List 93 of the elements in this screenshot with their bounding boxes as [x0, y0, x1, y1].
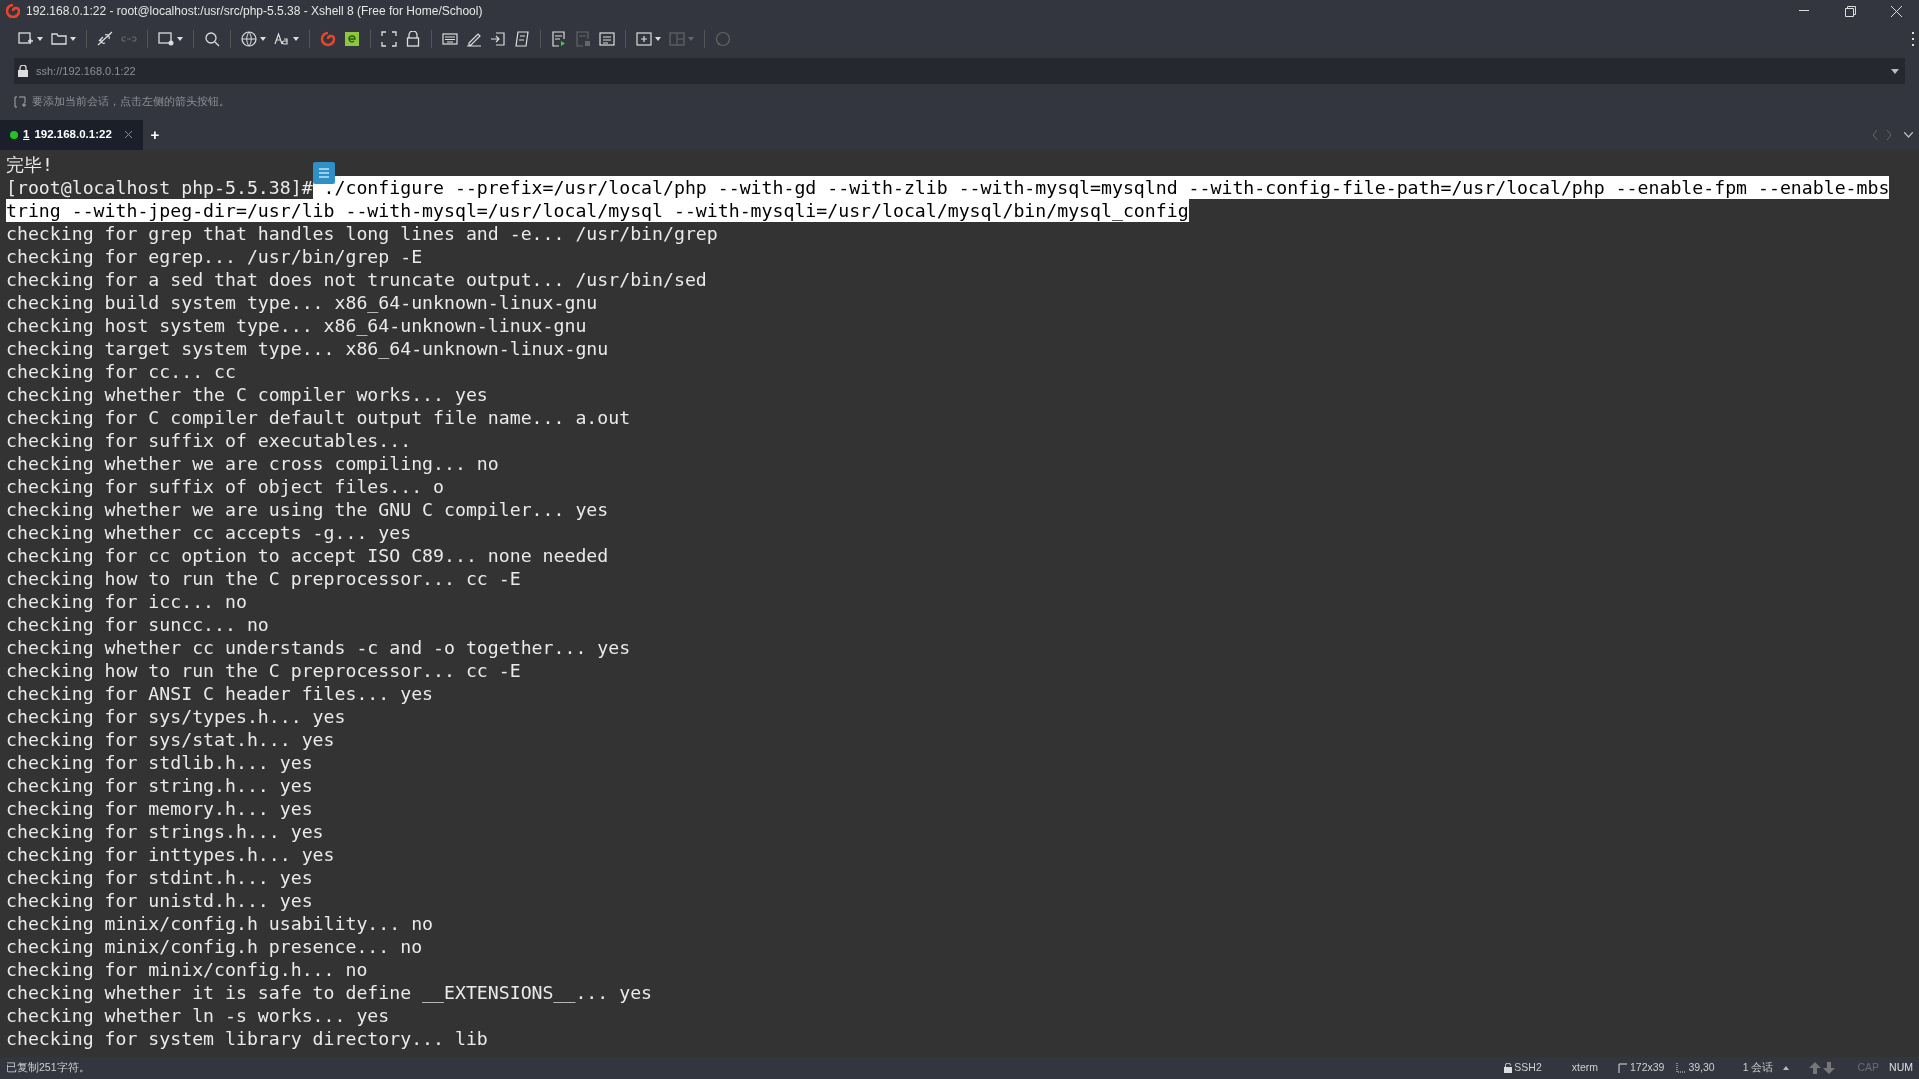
dropdown-icon[interactable]	[37, 37, 43, 41]
terminal-line: checking for string.h... yes	[6, 774, 313, 797]
folder-icon[interactable]	[51, 31, 67, 47]
keyboard-icon[interactable]	[442, 31, 458, 47]
terminal-line: checking for minix/config.h... no	[6, 958, 368, 981]
caret-up-icon[interactable]	[1783, 1066, 1790, 1070]
terminal-line: checking for stdint.h... yes	[6, 866, 313, 889]
protocol-label: SSH2	[1514, 1060, 1542, 1076]
terminal-line: [root@localhost php-5.5.38]#	[6, 176, 313, 199]
browser-icon[interactable]	[344, 31, 360, 47]
terminal-line: checking whether cc accepts -g... yes	[6, 521, 412, 544]
spiral-icon[interactable]	[320, 31, 336, 47]
terminal-line: checking for a sed that does not truncate output... /usr/bin/sed	[6, 268, 707, 291]
app-logo-icon	[6, 4, 20, 18]
disconnect-icon[interactable]	[97, 31, 113, 47]
cursor-position-icon	[1676, 1063, 1686, 1073]
up-down-arrows-icon	[1809, 1062, 1836, 1074]
terminal-line: checking for suffix of object files... o	[6, 475, 444, 498]
chevron-down-icon[interactable]	[1904, 132, 1913, 138]
terminal-line: checking for stdlib.h... yes	[6, 751, 313, 774]
dropdown-icon[interactable]	[177, 37, 183, 41]
terminal-line: checking whether it is safe to define __EXTENSIONS__... yes	[6, 981, 653, 1004]
globe-icon[interactable]	[241, 31, 257, 47]
session-tab[interactable]: 1 192.168.0.1:22	[0, 120, 143, 150]
terminal-type-label: xterm	[1571, 1060, 1598, 1076]
terminal-line: checking for grep that handles long lines and -e... /usr/bin/grep	[6, 222, 718, 245]
terminal-line: checking for ANSI C header files... yes	[6, 682, 434, 705]
terminal-line: checking for cc... cc	[6, 360, 236, 383]
terminal-line: checking for system library directory... lib	[6, 1027, 488, 1050]
terminal-line: checking for strings.h... yes	[6, 820, 324, 843]
close-icon[interactable]	[124, 131, 132, 138]
selected-terminal-text: tring --with-jpeg-dir=/usr/lib --with-mysql=/usr/local/mysql --with-mysqli=/usr/local/mysql/bin/mysql_config	[6, 199, 1189, 222]
terminal-line: checking for sys/types.h... yes	[6, 705, 346, 728]
size-label: 172x39	[1630, 1060, 1665, 1076]
hint-text: 要添加当前会话，点击左侧的箭头按钮。	[32, 94, 230, 110]
window-title: 192.168.0.1:22 - root@localhost:/usr/src/php-5.5.38 - Xshell 8 (Free for Home/School)	[26, 3, 483, 20]
fullscreen-icon[interactable]	[381, 31, 397, 47]
terminal-line: checking for C compiler default output file name... a.out	[6, 406, 631, 429]
terminal-line: checking target system type... x86_64-unknown-linux-gnu	[6, 337, 609, 360]
dropdown-icon[interactable]	[293, 37, 299, 41]
script-icon[interactable]	[514, 31, 530, 47]
terminal-line: checking for suffix of executables...	[6, 429, 412, 452]
dropdown-icon[interactable]	[260, 37, 266, 41]
terminal-line: checking whether we are cross compiling... no	[6, 452, 499, 475]
terminal-line: checking whether ln -s works... yes	[6, 1004, 390, 1027]
terminal-line: checking for inttypes.h... yes	[6, 843, 335, 866]
resize-icon	[1618, 1063, 1627, 1073]
font-icon[interactable]	[274, 31, 290, 47]
key-indicator: NUM	[1889, 1060, 1913, 1076]
terminal-line: checking whether cc understands -c and -o together... yes	[6, 636, 631, 659]
terminal-line: checking for sys/stat.h... yes	[6, 728, 335, 751]
terminal-line: checking for cc option to accept ISO C89... none needed	[6, 544, 609, 567]
tab-label: 192.168.0.1:22	[34, 127, 112, 143]
terminal-line: checking for unistd.h... yes	[6, 889, 313, 912]
terminal-line: checking minix/config.h presence... no	[6, 935, 423, 958]
terminal-line: checking whether we are using the GNU C compiler... yes	[6, 498, 609, 521]
add-pane-icon[interactable]	[636, 31, 652, 47]
add-session-icon[interactable]	[14, 96, 26, 108]
dropdown-icon[interactable]	[70, 37, 76, 41]
dropdown-icon[interactable]	[1891, 68, 1899, 74]
terminal-line: checking how to run the C preprocessor... cc -E	[6, 659, 521, 682]
lock-icon[interactable]	[405, 31, 421, 47]
terminal-line: checking how to run the C preprocessor... cc -E	[6, 567, 521, 590]
terminal-line: checking for suncc... no	[6, 613, 269, 636]
terminal-line: checking minix/config.h usability... no	[6, 912, 434, 935]
minimize-icon	[1799, 10, 1809, 12]
pen-icon[interactable]	[466, 31, 482, 47]
terminal-line: checking for memory.h... yes	[6, 797, 313, 820]
lock-icon	[1504, 1063, 1513, 1073]
restore-icon	[1844, 5, 1856, 17]
new-session-icon[interactable]	[18, 31, 34, 47]
search-icon[interactable]	[204, 31, 220, 47]
terminal-line: checking for icc... no	[6, 590, 247, 613]
dropdown-icon[interactable]	[655, 37, 661, 41]
selected-terminal-text: ./configure --prefix=/usr/local/php --with-gd --with-zlib --with-mysql=mysqlnd --with-config-file-path=/usr/local/php --enable-fpm --enable-mbs	[312, 176, 1890, 199]
log-icon[interactable]	[551, 31, 567, 47]
address-field[interactable]: ssh://192.168.0.1:22	[14, 58, 1905, 84]
status-message: 已复制251字符。	[6, 1060, 90, 1076]
terminal-line: checking whether the C compiler works... yes	[6, 383, 488, 406]
terminal-line: checking build system type... x86_64-unknown-linux-gnu	[6, 291, 598, 314]
send-icon[interactable]	[490, 31, 506, 47]
close-icon	[1890, 5, 1902, 17]
lock-icon	[18, 65, 28, 77]
cursor-position-label: 39,30	[1688, 1060, 1715, 1076]
terminal-line: checking for egrep... /usr/bin/grep -E	[6, 245, 423, 268]
terminal-line: 完毕!	[6, 153, 53, 176]
more-icon[interactable]	[1912, 32, 1915, 46]
document-icon[interactable]	[599, 31, 615, 47]
new-tab-button[interactable]: +	[142, 120, 167, 150]
terminal-line: checking host system type... x86_64-unknown-linux-gnu	[6, 314, 587, 337]
session-count-label: 1 会话	[1742, 1060, 1774, 1076]
session-settings-icon[interactable]	[158, 31, 174, 47]
tab-number: 1	[23, 127, 30, 143]
